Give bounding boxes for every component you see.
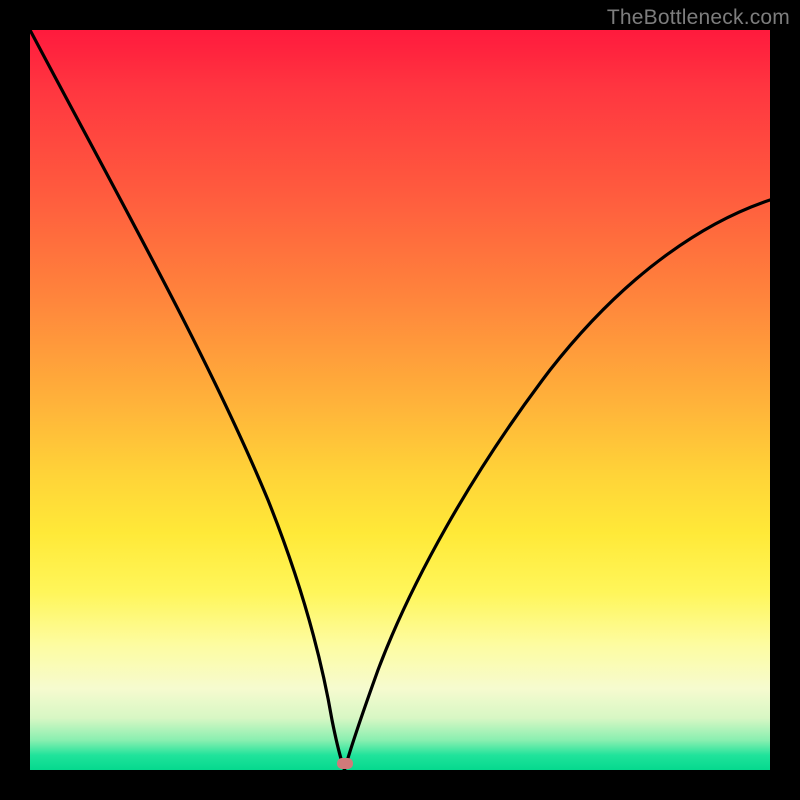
watermark-text: TheBottleneck.com <box>607 6 790 30</box>
chart-frame: TheBottleneck.com <box>0 0 800 800</box>
optimum-marker <box>337 758 353 769</box>
bottleneck-curve <box>30 30 770 770</box>
plot-area <box>30 30 770 770</box>
